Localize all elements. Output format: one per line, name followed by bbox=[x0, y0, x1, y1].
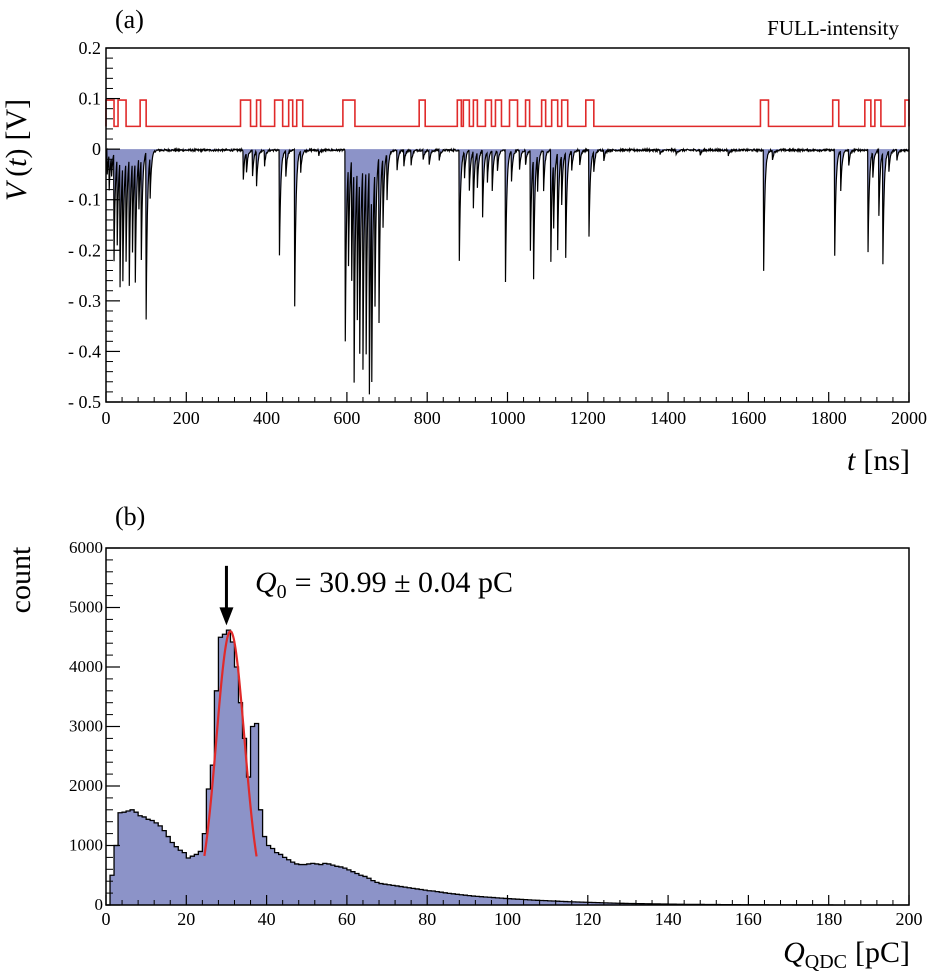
y-tick-label: 0 bbox=[92, 139, 101, 159]
panel-a-y-axis-ticks: 0.2 0.1 0 - 0.1 - 0.2 - 0.3 - 0.4 - 0.5 bbox=[68, 38, 120, 412]
x-tick-label: 1000 bbox=[490, 408, 526, 428]
gate-signal-line bbox=[105, 99, 910, 128]
panel-a-x-axis-label: t [ns] bbox=[847, 444, 910, 477]
x-tick-label: 1800 bbox=[811, 408, 847, 428]
y-tick-label: - 0.1 bbox=[68, 190, 101, 210]
panel-a-corner-label: FULL-intensity bbox=[767, 16, 899, 40]
panel-b-x-axis-label: QQDC [pC] bbox=[783, 936, 910, 973]
x-axis-unit: [pC] bbox=[855, 936, 910, 969]
x-tick-label: 200 bbox=[896, 909, 923, 929]
panel-b-y-axis-label: count bbox=[4, 546, 37, 613]
histogram-fill bbox=[106, 630, 909, 905]
panel-b-plot-content bbox=[106, 629, 909, 906]
x-tick-label: 200 bbox=[173, 408, 200, 428]
x-tick-label: 1200 bbox=[570, 408, 606, 428]
x-tick-label: 0 bbox=[102, 408, 111, 428]
x-tick-label: 1600 bbox=[730, 408, 766, 428]
x-tick-label: 600 bbox=[333, 408, 360, 428]
y-tick-label: 1000 bbox=[69, 836, 103, 855]
y-tick-label: - 0.5 bbox=[68, 392, 101, 412]
y-axis-argument: (t) bbox=[0, 148, 33, 176]
peak-annotation-subscript: 0 bbox=[277, 581, 287, 603]
x-tick-label: 160 bbox=[735, 909, 762, 929]
y-tick-label: - 0.2 bbox=[68, 240, 101, 260]
x-axis-subscript: QDC bbox=[805, 951, 847, 973]
y-tick-label: - 0.3 bbox=[68, 291, 101, 311]
x-tick-label: 180 bbox=[815, 909, 842, 929]
x-tick-label: 140 bbox=[655, 909, 682, 929]
x-tick-label: 2000 bbox=[891, 408, 927, 428]
peak-annotation-value: = 30.99 ± 0.04 pC bbox=[295, 566, 513, 599]
peak-annotation: Q0 = 30.99 ± 0.04 pC bbox=[255, 566, 513, 603]
x-tick-label: 1400 bbox=[650, 408, 686, 428]
y-tick-label: 4000 bbox=[69, 657, 103, 676]
y-tick-label: 5000 bbox=[69, 598, 103, 617]
panel-b-y-axis-ticks: 0 1000 2000 3000 4000 5000 6000 bbox=[69, 538, 120, 914]
panel-b-histogram-chart: (b) 0 20 40 60 80 100 120 140 160 180 200 0 1000 200… bbox=[4, 502, 923, 973]
panel-a-label: (a) bbox=[115, 5, 144, 34]
x-axis-symbol: Q bbox=[783, 936, 805, 969]
y-tick-label: 3000 bbox=[69, 717, 103, 736]
y-tick-label: 2000 bbox=[69, 776, 103, 795]
y-tick-label: - 0.4 bbox=[68, 341, 101, 361]
panel-a-waveform-chart: (a) FULL-intensity 0 200 400 600 800 1000 1200… bbox=[0, 5, 927, 477]
figure: (a) FULL-intensity 0 200 400 600 800 1000 1200… bbox=[0, 5, 927, 973]
x-tick-label: 80 bbox=[418, 909, 436, 929]
panel-a-plot-frame bbox=[105, 47, 910, 403]
y-tick-label: 0.2 bbox=[79, 38, 102, 58]
x-tick-label: 60 bbox=[338, 909, 356, 929]
peak-annotation-symbol: Q bbox=[255, 566, 277, 599]
x-tick-label: 40 bbox=[258, 909, 276, 929]
x-axis-unit: [ns] bbox=[863, 444, 910, 477]
panel-a-y-axis-label: V (t) [V] bbox=[0, 99, 33, 201]
panel-a-x-axis-ticks: 0 200 400 600 800 1000 1200 1400 1600 1800 2000 bbox=[102, 392, 927, 428]
peak-arrow bbox=[219, 565, 234, 626]
x-tick-label: 120 bbox=[574, 909, 601, 929]
y-tick-label: 6000 bbox=[69, 538, 103, 557]
x-tick-label: 100 bbox=[494, 909, 521, 929]
panel-a-plot-content bbox=[105, 99, 910, 395]
y-axis-symbol: V bbox=[0, 179, 33, 201]
x-axis-symbol: t bbox=[847, 444, 856, 477]
waveform-line bbox=[105, 146, 910, 395]
y-axis-unit: [V] bbox=[0, 99, 33, 141]
panel-b-label: (b) bbox=[115, 502, 145, 531]
x-tick-label: 800 bbox=[414, 408, 441, 428]
x-tick-label: 20 bbox=[177, 909, 195, 929]
y-tick-label: 0.1 bbox=[79, 89, 102, 109]
x-tick-label: 400 bbox=[253, 408, 280, 428]
y-tick-label: 0 bbox=[95, 895, 104, 914]
peak-arrow-head bbox=[219, 607, 234, 626]
